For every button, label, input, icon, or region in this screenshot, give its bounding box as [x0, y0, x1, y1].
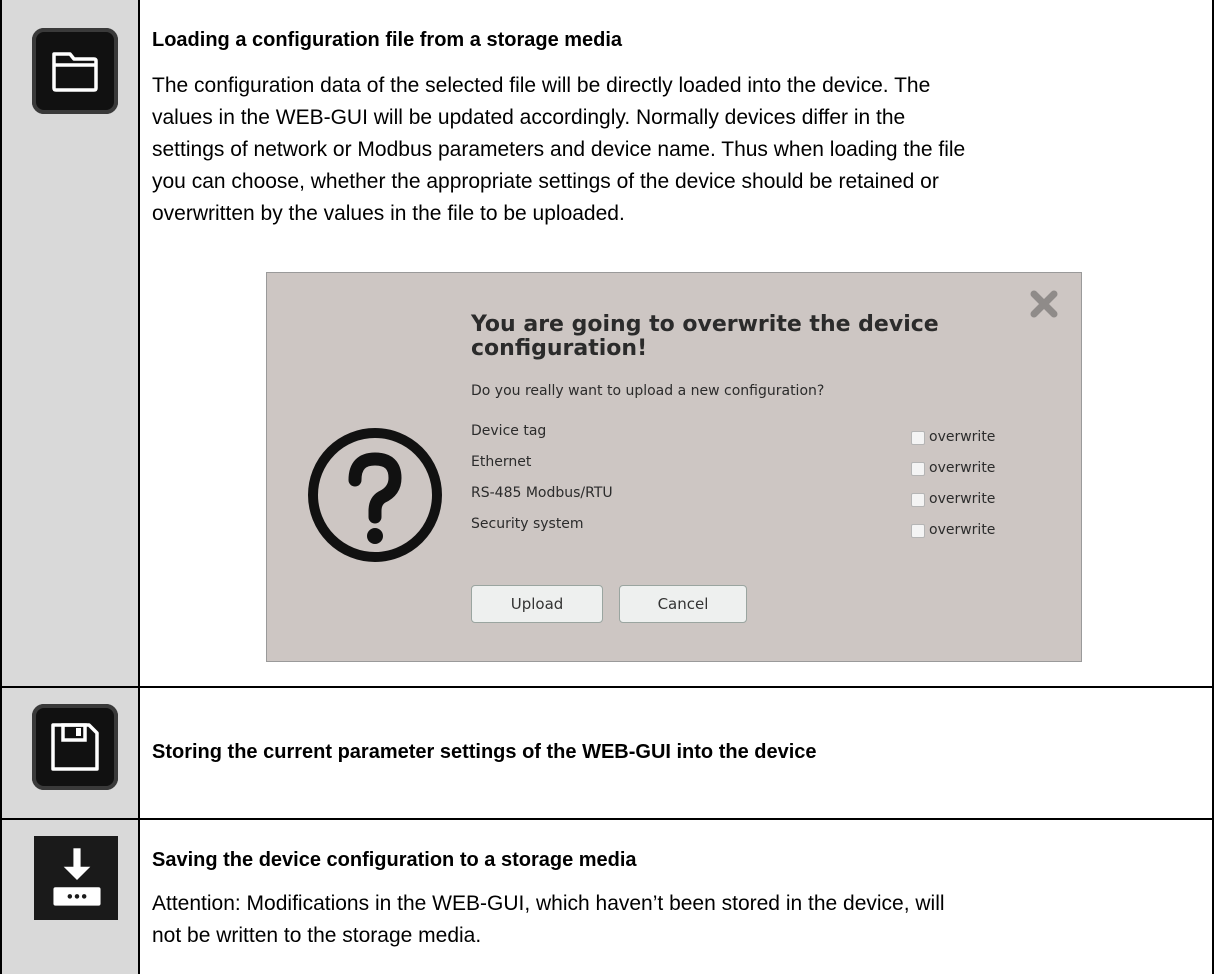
- paragraph-line: Attention: Modifications in the WEB-GUI,…: [152, 892, 945, 915]
- floppy-disk-icon: [32, 704, 118, 790]
- close-x-icon[interactable]: [1027, 287, 1061, 321]
- paragraph-line: The configuration data of the selected f…: [152, 74, 931, 97]
- upload-button[interactable]: Upload: [471, 585, 603, 623]
- option-row-rs485: RS-485 Modbus/RTU overwrite: [471, 485, 1031, 511]
- table-row: Loading a configuration file from a stor…: [2, 0, 1212, 688]
- text-cell: Storing the current parameter settings o…: [140, 688, 1212, 818]
- option-row-ethernet: Ethernet overwrite: [471, 454, 1031, 480]
- cancel-button[interactable]: Cancel: [619, 585, 747, 623]
- document-table: Loading a configuration file from a stor…: [0, 0, 1214, 974]
- paragraph-line: values in the WEB-GUI will be updated ac…: [152, 106, 906, 129]
- option-label: Device tag: [471, 423, 547, 439]
- question-circle-icon: [305, 425, 445, 565]
- overwrite-checkbox[interactable]: [911, 431, 925, 445]
- download-to-device-icon: [34, 836, 118, 920]
- section-heading: Storing the current parameter settings o…: [152, 741, 817, 763]
- dialog-title: You are going to overwrite the device co…: [471, 313, 991, 361]
- overwrite-label[interactable]: overwrite: [929, 522, 995, 538]
- option-label: Ethernet: [471, 454, 532, 470]
- option-label: RS-485 Modbus/RTU: [471, 485, 613, 501]
- dialog-title-line: configuration!: [471, 336, 648, 361]
- section-heading: Saving the device configuration to a sto…: [152, 849, 637, 871]
- option-row-device-tag: Device tag overwrite: [471, 423, 1031, 449]
- text-cell: Saving the device configuration to a sto…: [140, 820, 1212, 974]
- icon-cell: [2, 0, 140, 686]
- option-row-security-system: Security system overwrite: [471, 516, 1031, 542]
- section-paragraph: The configuration data of the selected f…: [152, 70, 1210, 230]
- paragraph-line: settings of network or Modbus parameters…: [152, 138, 966, 161]
- overwrite-label[interactable]: overwrite: [929, 429, 995, 445]
- overwrite-checkbox[interactable]: [911, 493, 925, 507]
- paragraph-line: overwritten by the values in the file to…: [152, 202, 625, 225]
- text-cell: Loading a configuration file from a stor…: [140, 0, 1212, 686]
- paragraph-line: you can choose, whether the appropriate …: [152, 170, 939, 193]
- option-label: Security system: [471, 516, 584, 532]
- overwrite-checkbox[interactable]: [911, 524, 925, 538]
- folder-open-icon: [32, 28, 118, 114]
- overwrite-label[interactable]: overwrite: [929, 460, 995, 476]
- dialog-title-line: You are going to overwrite the device: [471, 312, 939, 337]
- dialog-subtitle: Do you really want to upload a new confi…: [471, 383, 825, 399]
- overwrite-label[interactable]: overwrite: [929, 491, 995, 507]
- icon-cell: [2, 820, 140, 974]
- icon-cell: [2, 688, 140, 818]
- overwrite-config-dialog: You are going to overwrite the device co…: [266, 272, 1082, 662]
- table-row: Storing the current parameter settings o…: [2, 688, 1212, 820]
- section-paragraph: Attention: Modifications in the WEB-GUI,…: [152, 888, 1210, 952]
- section-heading: Loading a configuration file from a stor…: [152, 29, 623, 51]
- table-row: Saving the device configuration to a sto…: [2, 820, 1212, 974]
- overwrite-checkbox[interactable]: [911, 462, 925, 476]
- paragraph-line: not be written to the storage media.: [152, 924, 482, 947]
